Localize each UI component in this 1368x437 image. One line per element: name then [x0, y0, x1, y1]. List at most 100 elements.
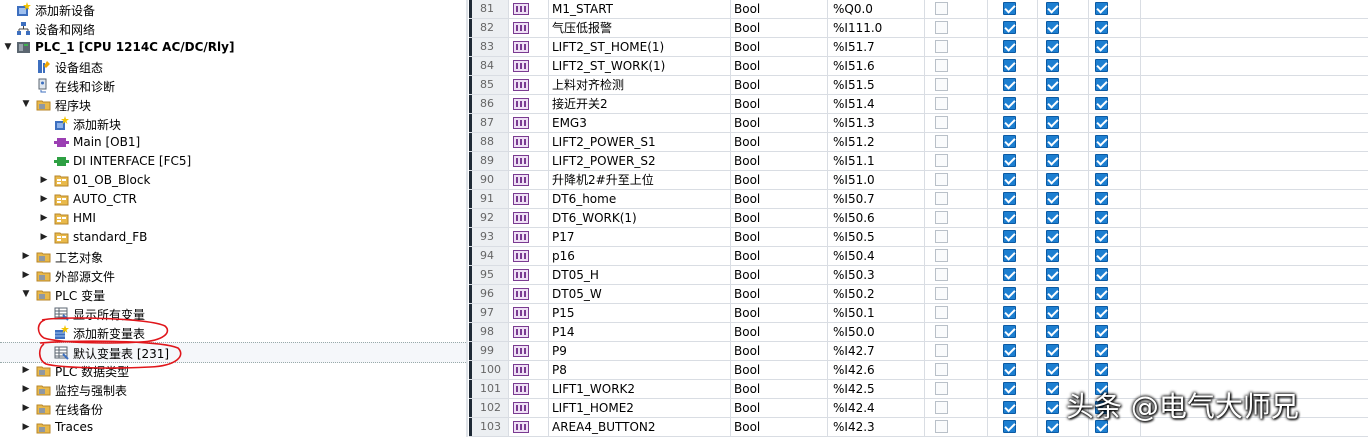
data-type[interactable]: Bool [731, 38, 828, 56]
row-number[interactable]: 101 [472, 380, 509, 398]
tag-name[interactable]: DT6_home [549, 190, 731, 208]
accessible-hmi-checkbox[interactable] [1003, 192, 1016, 205]
retain-checkbox[interactable] [935, 211, 948, 224]
row-number[interactable]: 94 [472, 247, 509, 265]
table-row[interactable]: 87 EMG3 Bool %I51.3 [469, 114, 1368, 133]
visible-hmi-checkbox[interactable] [1095, 154, 1108, 167]
tree-item-auto-ctr[interactable]: ▶ AUTO_CTR [0, 190, 466, 209]
tree-item-external-sources[interactable]: ▶ 外部源文件 [0, 266, 466, 285]
expand-arrow-icon[interactable]: ▼ [21, 289, 31, 299]
writable-hmi-checkbox[interactable] [1046, 344, 1059, 357]
tag-address[interactable]: %I50.0 [828, 323, 925, 341]
tree-item-online-diag[interactable]: 在线和诊断 [0, 76, 466, 95]
collapse-arrow-icon[interactable]: ▶ [39, 175, 49, 185]
row-number[interactable]: 93 [472, 228, 509, 246]
row-number[interactable]: 100 [472, 361, 509, 379]
tree-item-main-ob1[interactable]: Main [OB1] [0, 133, 466, 152]
visible-hmi-checkbox[interactable] [1095, 268, 1108, 281]
data-type[interactable]: Bool [731, 209, 828, 227]
collapse-arrow-icon[interactable]: ▶ [21, 384, 31, 394]
expand-arrow-icon[interactable]: ▼ [21, 99, 31, 109]
writable-hmi-checkbox[interactable] [1046, 382, 1059, 395]
accessible-hmi-checkbox[interactable] [1003, 401, 1016, 414]
row-number[interactable]: 88 [472, 133, 509, 151]
writable-hmi-checkbox[interactable] [1046, 306, 1059, 319]
tree-item-ob-block[interactable]: ▶ 01_OB_Block [0, 171, 466, 190]
retain-checkbox[interactable] [935, 78, 948, 91]
tag-name[interactable]: 升降机2#升至上位 [549, 171, 731, 189]
table-row[interactable]: 94 p16 Bool %I50.4 [469, 247, 1368, 266]
visible-hmi-checkbox[interactable] [1095, 325, 1108, 338]
row-number[interactable]: 99 [472, 342, 509, 360]
writable-hmi-checkbox[interactable] [1046, 325, 1059, 338]
row-number[interactable]: 85 [472, 76, 509, 94]
collapse-arrow-icon[interactable]: ▶ [21, 422, 31, 432]
tag-address[interactable]: %I50.4 [828, 247, 925, 265]
row-number[interactable]: 97 [472, 304, 509, 322]
row-number[interactable]: 91 [472, 190, 509, 208]
tag-address[interactable]: %I50.3 [828, 266, 925, 284]
retain-checkbox[interactable] [935, 306, 948, 319]
retain-checkbox[interactable] [935, 344, 948, 357]
table-row[interactable]: 90 升降机2#升至上位 Bool %I51.0 [469, 171, 1368, 190]
row-number[interactable]: 89 [472, 152, 509, 170]
accessible-hmi-checkbox[interactable] [1003, 2, 1016, 15]
data-type[interactable]: Bool [731, 95, 828, 113]
retain-checkbox[interactable] [935, 192, 948, 205]
tree-item-add-block[interactable]: 添加新块 [0, 114, 466, 133]
accessible-hmi-checkbox[interactable] [1003, 249, 1016, 262]
tree-item-watch-force[interactable]: ▶ 监控与强制表 [0, 380, 466, 399]
row-number[interactable]: 92 [472, 209, 509, 227]
retain-checkbox[interactable] [935, 382, 948, 395]
tag-address[interactable]: %I50.2 [828, 285, 925, 303]
table-row[interactable]: 95 DT05_H Bool %I50.3 [469, 266, 1368, 285]
writable-hmi-checkbox[interactable] [1046, 268, 1059, 281]
data-type[interactable]: Bool [731, 418, 828, 436]
tag-address[interactable]: %I42.5 [828, 380, 925, 398]
writable-hmi-checkbox[interactable] [1046, 59, 1059, 72]
tag-address[interactable]: %I50.7 [828, 190, 925, 208]
tag-address[interactable]: %I111.0 [828, 19, 925, 37]
table-row[interactable]: 82 气压低报警 Bool %I111.0 [469, 19, 1368, 38]
visible-hmi-checkbox[interactable] [1095, 306, 1108, 319]
writable-hmi-checkbox[interactable] [1046, 21, 1059, 34]
table-row[interactable]: 81 M1_START Bool %Q0.0 [469, 0, 1368, 19]
tag-name[interactable]: P15 [549, 304, 731, 322]
data-type[interactable]: Bool [731, 228, 828, 246]
visible-hmi-checkbox[interactable] [1095, 230, 1108, 243]
collapse-arrow-icon[interactable]: ▶ [39, 194, 49, 204]
tag-address[interactable]: %I42.6 [828, 361, 925, 379]
accessible-hmi-checkbox[interactable] [1003, 382, 1016, 395]
retain-checkbox[interactable] [935, 401, 948, 414]
tag-address[interactable]: %I42.7 [828, 342, 925, 360]
writable-hmi-checkbox[interactable] [1046, 420, 1059, 433]
tag-address[interactable]: %I51.3 [828, 114, 925, 132]
visible-hmi-checkbox[interactable] [1095, 344, 1108, 357]
accessible-hmi-checkbox[interactable] [1003, 363, 1016, 376]
accessible-hmi-checkbox[interactable] [1003, 173, 1016, 186]
tag-name[interactable]: P17 [549, 228, 731, 246]
data-type[interactable]: Bool [731, 76, 828, 94]
tree-item-hmi[interactable]: ▶ HMI [0, 209, 466, 228]
retain-checkbox[interactable] [935, 97, 948, 110]
collapse-arrow-icon[interactable]: ▶ [21, 270, 31, 280]
tag-address[interactable]: %I50.5 [828, 228, 925, 246]
table-row[interactable]: 97 P15 Bool %I50.1 [469, 304, 1368, 323]
collapse-arrow-icon[interactable]: ▶ [21, 251, 31, 261]
accessible-hmi-checkbox[interactable] [1003, 154, 1016, 167]
accessible-hmi-checkbox[interactable] [1003, 287, 1016, 300]
tree-item-device-config[interactable]: 设备组态 [0, 57, 466, 76]
writable-hmi-checkbox[interactable] [1046, 401, 1059, 414]
tree-item-online-backup[interactable]: ▶ 在线备份 [0, 399, 466, 418]
row-number[interactable]: 81 [472, 0, 509, 18]
tag-name[interactable]: 气压低报警 [549, 19, 731, 37]
data-type[interactable]: Bool [731, 152, 828, 170]
data-type[interactable]: Bool [731, 285, 828, 303]
row-number[interactable]: 82 [472, 19, 509, 37]
writable-hmi-checkbox[interactable] [1046, 363, 1059, 376]
visible-hmi-checkbox[interactable] [1095, 135, 1108, 148]
pane-splitter[interactable] [466, 0, 468, 437]
tag-name[interactable]: LIFT2_POWER_S1 [549, 133, 731, 151]
row-number[interactable]: 84 [472, 57, 509, 75]
tag-address[interactable]: %I51.2 [828, 133, 925, 151]
